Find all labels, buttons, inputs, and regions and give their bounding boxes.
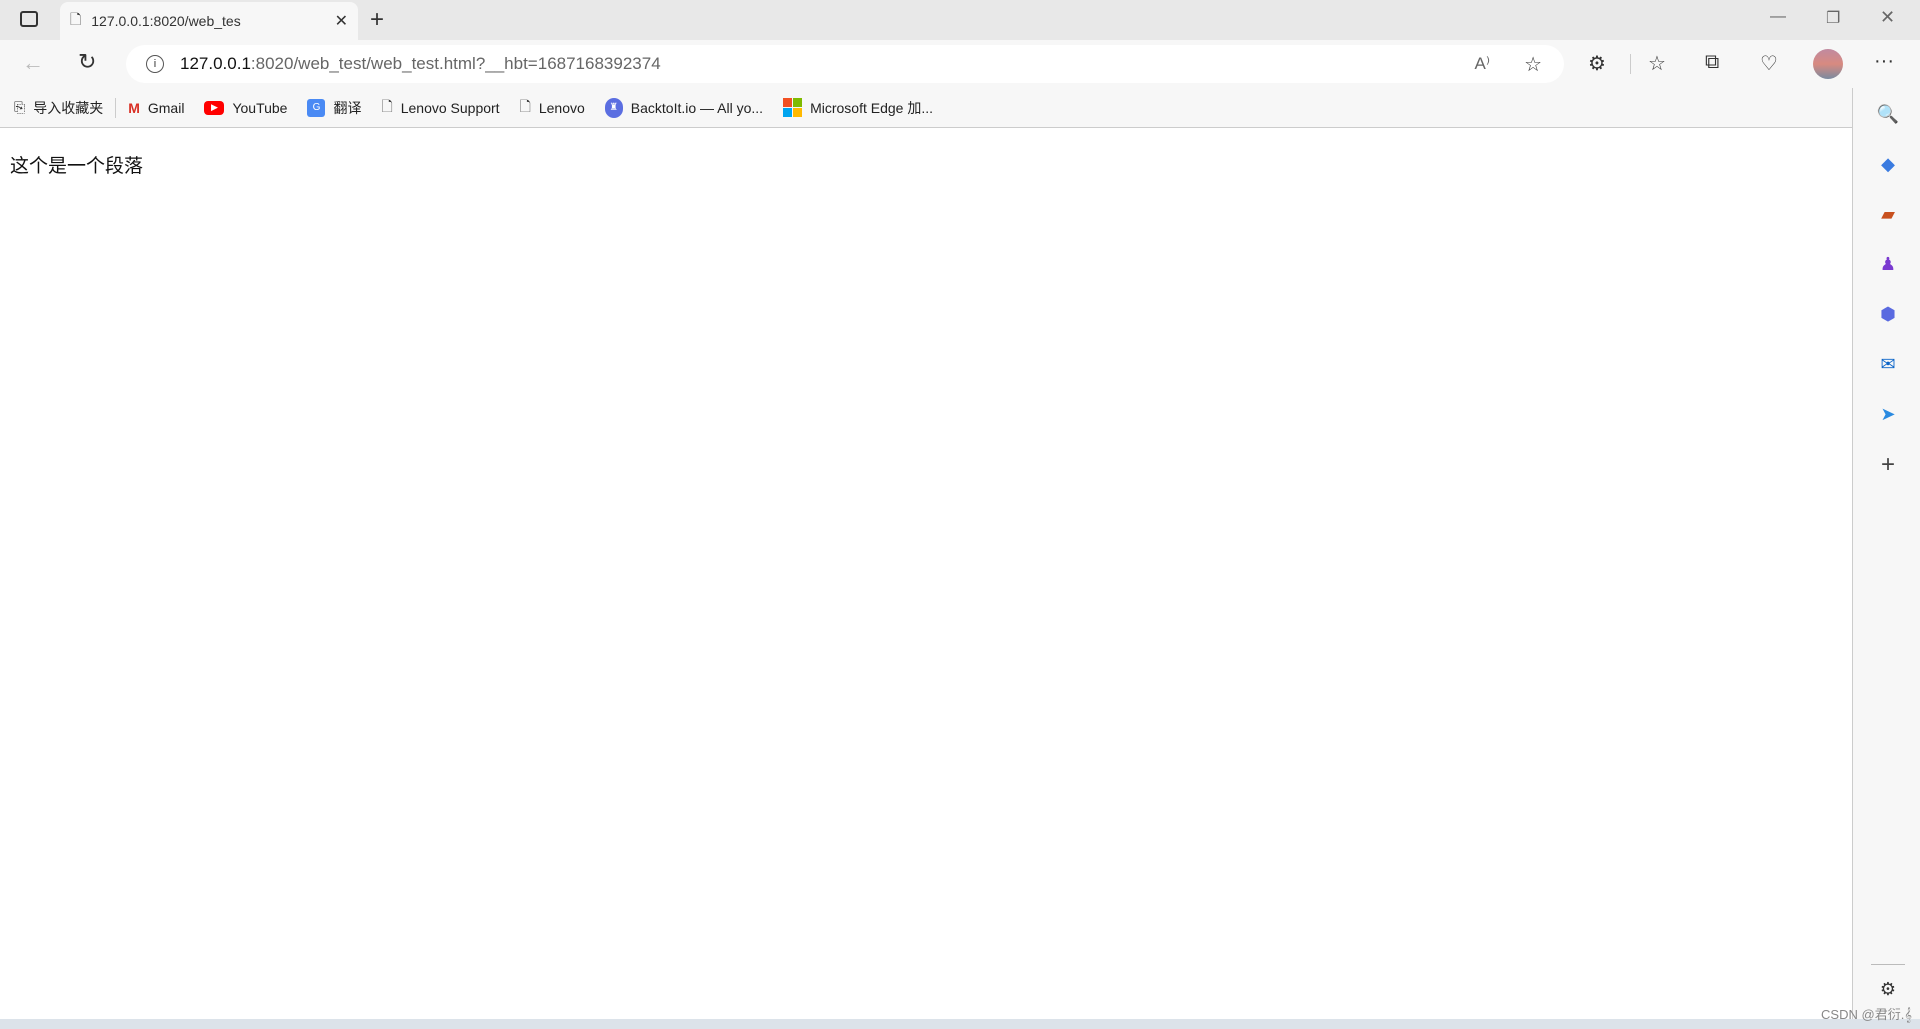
bookmark-label: Lenovo Support xyxy=(400,99,500,116)
office-icon[interactable]: ⬢ xyxy=(1877,303,1899,325)
divider xyxy=(115,97,117,118)
bookmark-translate[interactable]: G 翻译 xyxy=(307,98,361,118)
outlook-icon[interactable]: ✉ xyxy=(1877,353,1899,375)
translate-icon: G xyxy=(307,98,326,117)
restore-icon[interactable]: ❐ xyxy=(1826,8,1840,28)
favorite-star-icon[interactable]: ☆ xyxy=(1524,52,1542,77)
bookmark-microsoft-edge[interactable]: Microsoft Edge 加... xyxy=(783,98,933,118)
profile-avatar[interactable] xyxy=(1813,49,1843,79)
paragraph: 这个是一个段落 xyxy=(10,156,144,177)
search-icon[interactable]: 🔍 xyxy=(1877,103,1899,125)
bookmark-backtoit[interactable]: ♜ BacktoIt.io — All yo... xyxy=(604,97,764,118)
divider xyxy=(1630,54,1631,74)
bookmark-label: 导入收藏夹 xyxy=(33,99,104,116)
address-bar[interactable]: i 127.0.0.1:8020/web_test/web_test.html?… xyxy=(126,45,1564,83)
microsoft-icon xyxy=(783,98,803,117)
info-icon[interactable]: i xyxy=(146,55,164,73)
browser-essentials-icon[interactable]: ♡ xyxy=(1760,51,1778,76)
close-tab-icon[interactable]: ✕ xyxy=(335,11,348,31)
bookmark-lenovo-support[interactable]: 🗋 Lenovo Support xyxy=(381,96,499,120)
read-aloud-icon[interactable]: A⁾ xyxy=(1474,54,1490,74)
bookmark-label: YouTube xyxy=(232,99,288,116)
extensions-icon[interactable]: ⚙ xyxy=(1588,51,1606,76)
bookmark-label: Lenovo xyxy=(538,99,585,116)
games-icon[interactable]: ♟ xyxy=(1877,253,1899,275)
toolbar: ← ↻ i 127.0.0.1:8020/web_test/web_test.h… xyxy=(0,40,1920,88)
bookmark-label: Gmail xyxy=(147,99,185,116)
url-host: 127.0.0.1 xyxy=(180,54,251,73)
add-icon[interactable]: + xyxy=(1877,451,1899,478)
page-icon: 🗋 xyxy=(381,97,393,114)
tab-title: 127.0.0.1:8020/web_tes xyxy=(91,13,241,29)
bookmark-import[interactable]: ⎘ 导入收藏夹 xyxy=(14,98,103,118)
bookmark-label: 翻译 xyxy=(333,99,362,116)
tab-actions-icon[interactable] xyxy=(20,11,38,27)
refresh-icon[interactable]: ↻ xyxy=(78,49,96,75)
bookmark-lenovo[interactable]: 🗋 Lenovo xyxy=(520,96,585,120)
more-menu-icon[interactable]: ··· xyxy=(1874,50,1894,73)
bookmark-youtube[interactable]: ▶ YouTube xyxy=(204,100,287,116)
page-icon: 🗋 xyxy=(519,97,531,114)
favorites-icon[interactable]: ☆ xyxy=(1648,51,1666,76)
new-tab-icon[interactable]: + xyxy=(370,6,384,34)
watermark: CSDN @君衍.𝄞 xyxy=(1821,1007,1912,1022)
youtube-icon: ▶ xyxy=(204,100,225,115)
bookmark-label: Microsoft Edge 加... xyxy=(810,99,933,116)
tools-icon[interactable]: ▰ xyxy=(1877,203,1899,225)
close-window-icon[interactable]: ✕ xyxy=(1880,7,1895,28)
back-icon[interactable]: ← xyxy=(22,50,44,76)
tab-active[interactable]: 🗋 127.0.0.1:8020/web_tes ✕ xyxy=(60,2,358,40)
settings-gear-icon[interactable]: ⚙ xyxy=(1877,978,1899,1000)
minimize-icon[interactable]: — xyxy=(1770,8,1786,26)
url-rest: :8020/web_test/web_test.html?__hbt=16871… xyxy=(250,54,661,73)
taskbar-edge xyxy=(0,1019,1920,1029)
shopping-tag-icon[interactable]: ◆ xyxy=(1877,153,1899,175)
tab-strip: 🗋 127.0.0.1:8020/web_tes ✕ + — ❐ ✕ xyxy=(0,0,1920,40)
divider xyxy=(1871,964,1905,965)
drop-send-icon[interactable]: ➤ xyxy=(1877,403,1899,425)
bookmarks-bar: ⎘ 导入收藏夹 M Gmail ▶ YouTube G 翻译 🗋 Lenovo Suppo… xyxy=(0,88,1852,128)
gmail-icon: M xyxy=(128,99,140,116)
page-content: 这个是一个段落 xyxy=(0,129,1852,1019)
bookmark-gmail[interactable]: M Gmail xyxy=(128,100,184,116)
backtoit-icon: ♜ xyxy=(604,97,623,118)
collections-icon[interactable]: ⧉ xyxy=(1705,51,1719,74)
import-icon: ⎘ xyxy=(14,99,26,115)
bookmark-label: BacktoIt.io — All yo... xyxy=(630,99,764,116)
edge-sidebar: 🔍 ◆ ▰ ♟ ⬢ ✉ ➤ + ⚙ xyxy=(1852,88,1920,1019)
page-icon: 🗋 xyxy=(70,11,82,27)
